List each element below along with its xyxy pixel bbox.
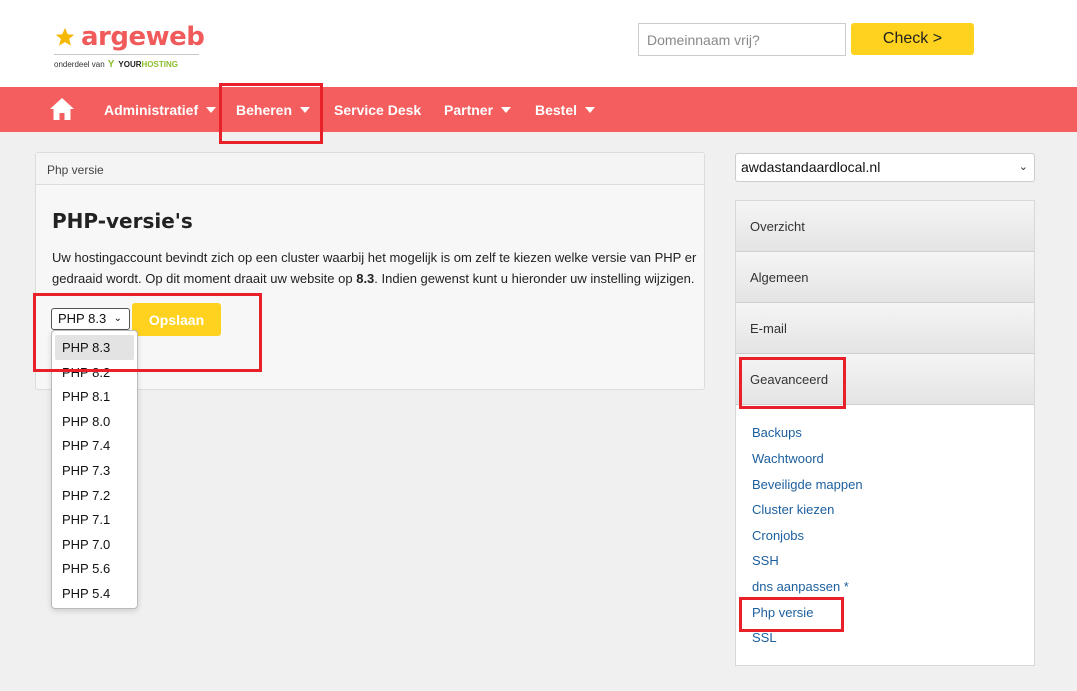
sidebar-link-ssl[interactable]: SSL <box>752 630 777 645</box>
sidebar-section-overzicht[interactable]: Overzicht <box>736 201 1034 252</box>
sidebar-section-email[interactable]: E-mail <box>736 303 1034 354</box>
site-header: argeweb onderdeel van Y YOURHOSTING Chec… <box>0 0 1077 87</box>
argeweb-logo[interactable]: argeweb onderdeel van Y YOUR HOSTING <box>54 22 205 72</box>
php-version-dropdown: PHP 8.3 PHP 8.2 PHP 8.1 PHP 8.0 PHP 7.4 … <box>51 330 138 609</box>
php-option-8-0[interactable]: PHP 8.0 <box>52 409 137 434</box>
domain-search-input[interactable] <box>638 23 846 56</box>
php-option-5-6[interactable]: PHP 5.6 <box>52 556 137 581</box>
yourhosting-name-b: HOSTING <box>141 60 178 69</box>
php-option-7-0[interactable]: PHP 7.0 <box>52 532 137 557</box>
current-php-version: 8.3 <box>356 271 375 286</box>
description-text-b: . Indien gewenst kunt u hieronder uw ins… <box>374 271 695 286</box>
php-option-8-2[interactable]: PHP 8.2 <box>52 360 137 385</box>
nav-item-beheren[interactable]: Beheren <box>236 87 311 132</box>
logo-tagline: onderdeel van Y YOUR HOSTING <box>54 59 178 70</box>
chevron-down-icon: ⌄ <box>113 313 122 324</box>
sidebar-link-cronjobs[interactable]: Cronjobs <box>752 528 804 543</box>
logo-wordmark: argeweb <box>81 22 205 52</box>
logo-divider <box>54 54 199 55</box>
sidebar-link-ssh[interactable]: SSH <box>752 553 779 568</box>
nav-item-label: Service Desk <box>334 101 422 118</box>
save-button[interactable]: Opslaan <box>132 303 221 336</box>
sidebar-link-dns-aanpassen[interactable]: dns aanpassen * <box>752 579 849 594</box>
nav-item-label: Bestel <box>535 101 578 118</box>
caret-down-icon <box>501 106 512 113</box>
php-option-8-1[interactable]: PHP 8.1 <box>52 384 137 409</box>
home-icon[interactable] <box>49 97 75 121</box>
sidebar-link-backups[interactable]: Backups <box>752 425 802 440</box>
nav-item-partner[interactable]: Partner <box>444 87 512 132</box>
caret-down-icon <box>206 106 217 113</box>
yourhosting-name-a: YOUR <box>118 60 142 69</box>
php-option-7-4[interactable]: PHP 7.4 <box>52 433 137 458</box>
page-title: PHP-versie's <box>52 209 193 233</box>
nav-item-bestel[interactable]: Bestel <box>535 87 596 132</box>
domain-select-value: awdastandaardlocal.nl <box>741 159 881 175</box>
php-option-7-2[interactable]: PHP 7.2 <box>52 483 137 508</box>
domain-select[interactable]: awdastandaardlocal.nl ⌄ <box>735 153 1035 182</box>
nav-item-service-desk[interactable]: Service Desk <box>334 87 421 132</box>
caret-down-icon <box>585 106 596 113</box>
check-button[interactable]: Check > <box>851 23 974 55</box>
nav-item-administratief[interactable]: Administratief <box>104 87 217 132</box>
panel-description: Uw hostingaccount bevindt zich op een cl… <box>52 247 697 289</box>
nav-item-label: Administratief <box>104 101 199 118</box>
sidebar-section-geavanceerd[interactable]: Geavanceerd <box>736 354 1034 405</box>
sidebar-link-beveiligde-mappen[interactable]: Beveiligde mappen <box>752 477 863 492</box>
sidebar-menu: Overzicht Algemeen E-mail Geavanceerd Ba… <box>735 200 1035 666</box>
star-icon <box>55 27 75 46</box>
sidebar-section-algemeen[interactable]: Algemeen <box>736 252 1034 303</box>
logo-tagline-prefix: onderdeel van <box>54 60 105 69</box>
panel-header: Php versie <box>36 153 704 185</box>
php-option-7-1[interactable]: PHP 7.1 <box>52 507 137 532</box>
php-option-8-3[interactable]: PHP 8.3 <box>55 335 134 360</box>
nav-item-label: Partner <box>444 101 494 118</box>
sidebar-link-wachtwoord[interactable]: Wachtwoord <box>752 451 824 466</box>
sidebar-link-php-versie[interactable]: Php versie <box>752 605 813 620</box>
php-option-7-3[interactable]: PHP 7.3 <box>52 458 137 483</box>
php-option-5-4[interactable]: PHP 5.4 <box>52 581 137 606</box>
sidebar-link-cluster-kiezen[interactable]: Cluster kiezen <box>752 502 834 517</box>
php-version-select-value: PHP 8.3 <box>58 311 107 326</box>
chevron-down-icon: ⌄ <box>1018 161 1028 173</box>
nav-item-label: Beheren <box>236 101 293 118</box>
main-nav: Administratief Beheren Service Desk Part… <box>0 87 1077 132</box>
yourhosting-mark-icon: Y <box>107 59 115 70</box>
php-version-select[interactable]: PHP 8.3 ⌄ <box>51 308 130 330</box>
caret-down-icon <box>300 106 311 113</box>
